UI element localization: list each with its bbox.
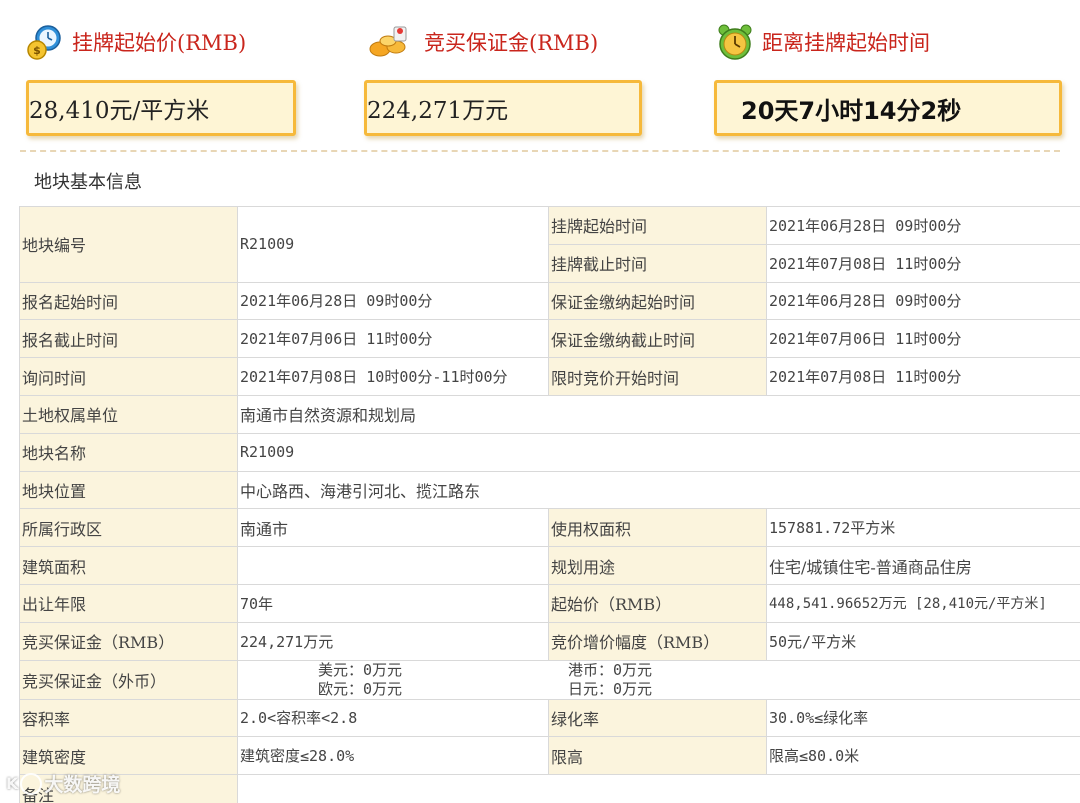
value-cell: 50元/平方米 xyxy=(766,621,1080,661)
countdown-box: 20天7小时14分2秒 xyxy=(714,80,1062,136)
key-cell: 地块位置 xyxy=(19,470,238,510)
key-cell: 土地权属单位 xyxy=(19,394,238,434)
key-cell: 地块名称 xyxy=(19,432,238,472)
countdown-label: 距离挂牌起始时间 xyxy=(762,31,930,55)
jpy-value: 日元：0万元 xyxy=(568,679,653,698)
key-cell: 限高 xyxy=(548,736,767,776)
value-cell: 157881.72平方米 xyxy=(766,508,1080,548)
value-cell: 2.0<容积率<2.8 xyxy=(237,698,549,738)
key-cell: 地块编号 xyxy=(19,206,238,283)
table-row: 地块名称 R21009 xyxy=(19,432,1080,472)
value-cell: 2021年06月28日 09时00分 xyxy=(766,281,1080,321)
start-price-header: $ 挂牌起始价(RMB) xyxy=(26,22,246,62)
table-row: 报名截止时间 2021年07月06日 11时00分 保证金缴纳截止时间 2021… xyxy=(19,319,1080,359)
key-cell: 出让年限 xyxy=(19,583,238,623)
value-cell: 30.0%≤绿化率 xyxy=(766,698,1080,738)
deposit-box: 224,271万元 xyxy=(364,80,642,136)
table-row: 询问时间 2021年07月08日 10时00分-11时00分 限时竞价开始时间 … xyxy=(19,357,1080,396)
value-cell: 2021年07月08日 11时00分 xyxy=(766,243,1080,283)
table-row: 建筑面积 规划用途 住宅/城镇住宅-普通商品住房 xyxy=(19,546,1080,585)
start-price-value: 28,410元/平方米 xyxy=(29,98,210,124)
key-cell: 挂牌截止时间 xyxy=(548,243,767,283)
value-cell: 2021年06月28日 09时00分 xyxy=(237,281,549,321)
foreign-deposit-cell: 美元：0万元 港币：0万元 欧元：0万元 日元：0万元 xyxy=(237,659,1080,700)
table-row: 土地权属单位 南通市自然资源和规划局 xyxy=(19,394,1080,434)
watermark: K 大数跨境 xyxy=(6,770,120,797)
money-clock-icon: $ xyxy=(26,23,64,61)
table-row: 所属行政区 南通市 使用权面积 157881.72平方米 xyxy=(19,508,1080,548)
start-price-box: 28,410元/平方米 xyxy=(26,80,296,136)
key-cell: 报名截止时间 xyxy=(19,319,238,359)
value-cell: 2021年07月08日 11时00分 xyxy=(766,357,1080,396)
table-row: 地块位置 中心路西、海港引河北、揽江路东 xyxy=(19,470,1080,510)
value-cell: 中心路西、海港引河北、揽江路东 xyxy=(237,470,1080,510)
value-cell: 224,271万元 xyxy=(237,621,549,661)
key-cell: 建筑密度 xyxy=(19,736,238,776)
key-cell: 挂牌起始时间 xyxy=(548,206,767,245)
value-cell xyxy=(237,546,549,585)
summary-area: $ 挂牌起始价(RMB) 竞买保证金(RMB) 距离挂牌起始时间 28,410元… xyxy=(0,0,1080,160)
value-cell: R21009 xyxy=(237,206,549,283)
eur-value: 欧元：0万元 xyxy=(318,679,403,698)
value-cell: 2021年07月06日 11时00分 xyxy=(766,319,1080,359)
value-cell: 南通市自然资源和规划局 xyxy=(237,394,1080,434)
value-cell: R21009 xyxy=(237,432,1080,472)
value-cell: 448,541.96652万元 [28,410元/平方米] xyxy=(766,583,1080,623)
table-row: 竞买保证金（RMB） 224,271万元 竞价增价幅度（RMB） 50元/平方米 xyxy=(19,621,1080,661)
key-cell: 规划用途 xyxy=(548,546,767,585)
value-cell: 限高≤80.0米 xyxy=(766,736,1080,776)
hkd-value: 港币：0万元 xyxy=(568,660,653,679)
start-price-label: 挂牌起始价(RMB) xyxy=(72,31,247,55)
value-cell xyxy=(237,774,1080,803)
svg-text:$: $ xyxy=(33,44,41,57)
key-cell: 限时竞价开始时间 xyxy=(548,357,767,396)
table-row: 报名起始时间 2021年06月28日 09时00分 保证金缴纳起始时间 2021… xyxy=(19,281,1080,321)
value-cell: 2021年07月06日 11时00分 xyxy=(237,319,549,359)
land-info-table: 地块编号 R21009 挂牌起始时间 2021年06月28日 09时00分 挂牌… xyxy=(19,206,1080,803)
value-cell: 南通市 xyxy=(237,508,549,548)
key-cell: 报名起始时间 xyxy=(19,281,238,321)
key-cell: 建筑面积 xyxy=(19,546,238,585)
value-cell: 2021年06月28日 09时00分 xyxy=(766,206,1080,245)
countdown-value: 20天7小时14分2秒 xyxy=(741,96,962,125)
value-cell: 70年 xyxy=(237,583,549,623)
value-cell: 住宅/城镇住宅-普通商品住房 xyxy=(766,546,1080,585)
table-row: 建筑密度 建筑密度≤28.0% 限高 限高≤80.0米 xyxy=(19,736,1080,776)
table-row: 竞买保证金（外币） 美元：0万元 港币：0万元 欧元：0万元 日元：0万元 xyxy=(19,659,1080,700)
watermark-logo-icon: K xyxy=(6,772,44,795)
deposit-label: 竞买保证金(RMB) xyxy=(424,31,599,55)
value-cell: 建筑密度≤28.0% xyxy=(237,736,549,776)
table-row: 备注 xyxy=(19,774,1080,803)
watermark-text: 大数跨境 xyxy=(44,774,121,796)
value-cell: 2021年07月08日 10时00分-11时00分 xyxy=(237,357,549,396)
table-row: 出让年限 70年 起始价（RMB） 448,541.96652万元 [28,41… xyxy=(19,583,1080,623)
key-cell: 询问时间 xyxy=(19,357,238,396)
foreign-currency-grid: 美元：0万元 港币：0万元 欧元：0万元 日元：0万元 xyxy=(240,660,1078,698)
key-cell: 所属行政区 xyxy=(19,508,238,548)
key-cell: 保证金缴纳起始时间 xyxy=(548,281,767,321)
key-cell: 使用权面积 xyxy=(548,508,767,548)
key-cell: 保证金缴纳截止时间 xyxy=(548,319,767,359)
table-row: 地块编号 R21009 挂牌起始时间 2021年06月28日 09时00分 xyxy=(19,206,1080,283)
table-row: 容积率 2.0<容积率<2.8 绿化率 30.0%≤绿化率 xyxy=(19,698,1080,738)
key-cell: 容积率 xyxy=(19,698,238,738)
deposit-header: 竞买保证金(RMB) xyxy=(366,22,598,62)
section-title: 地块基本信息 xyxy=(34,172,142,193)
key-cell: 竞买保证金（RMB） xyxy=(19,621,238,661)
key-cell: 起始价（RMB） xyxy=(548,583,767,623)
deposit-value: 224,271万元 xyxy=(367,98,509,124)
key-cell: 竞价增价幅度（RMB） xyxy=(548,621,767,661)
key-cell: 绿化率 xyxy=(548,698,767,738)
usd-value: 美元：0万元 xyxy=(318,660,403,679)
coins-icon xyxy=(366,23,416,61)
divider xyxy=(20,150,1060,152)
alarm-clock-icon xyxy=(716,23,754,61)
key-cell: 竞买保证金（外币） xyxy=(19,659,238,700)
countdown-header: 距离挂牌起始时间 xyxy=(716,22,930,62)
